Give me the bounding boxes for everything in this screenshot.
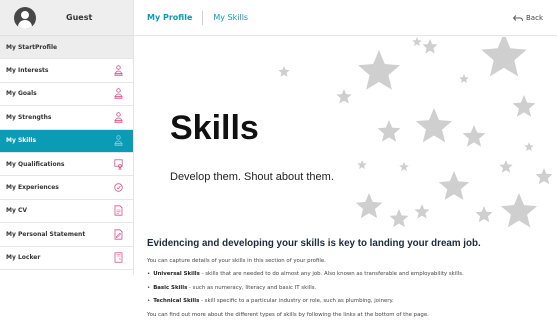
hero-subtitle: Develop them. Shout about them. — [170, 171, 334, 183]
back-label: Back — [526, 14, 543, 22]
sidebar-item-label: My Interests — [6, 67, 49, 75]
star-shape — [475, 206, 493, 223]
sidebar-item-my-startprofile[interactable]: My StartProfile — [0, 36, 133, 60]
bullet-term: Universal Skills — [153, 271, 200, 277]
sidebar-item-my-skills[interactable]: My Skills — [0, 129, 133, 153]
list-item: Universal Skills - skills that are neede… — [147, 271, 547, 277]
sidebar-item-label: My CV — [6, 207, 28, 215]
tab-my-profile[interactable]: My Profile — [134, 13, 202, 22]
intro-text: You can capture details of your skills i… — [147, 258, 326, 264]
star-shape — [524, 142, 534, 151]
person-icon — [114, 65, 123, 76]
tab-my-skills[interactable]: My Skills — [203, 13, 258, 22]
star-shape — [415, 108, 453, 143]
locker-icon — [114, 252, 123, 263]
back-arrow-icon — [513, 14, 523, 21]
star-shape — [512, 95, 536, 117]
sidebar-item-label: My Skills — [6, 137, 37, 145]
skills-list: Universal Skills - skills that are neede… — [147, 271, 547, 304]
bullet-text: - such as numeracy, literacy and basic I… — [187, 284, 317, 291]
sidebar-item-label: My Personal Statement — [6, 230, 86, 238]
user-bar[interactable]: Guest — [0, 0, 133, 36]
list-item: Technical Skills - skill specific to a p… — [147, 298, 547, 304]
person-icon — [114, 88, 123, 100]
star-shape — [462, 125, 486, 147]
document-edit-icon — [114, 229, 123, 240]
certificate-icon — [114, 159, 123, 170]
star-shape — [358, 50, 400, 90]
star-shape — [357, 160, 367, 169]
sidebar-item-my-locker[interactable]: My Locker — [0, 246, 133, 270]
bullet-term: Technical Skills — [153, 298, 200, 304]
person-icon — [114, 135, 123, 147]
sidebar-item-label: My Qualifications — [6, 160, 65, 168]
sidebar: Guest My StartProfile My Interests My Goal… — [0, 0, 134, 275]
list-item: Basic Skills - such as numeracy, literac… — [147, 285, 547, 291]
person-icon — [114, 112, 123, 123]
star-shape — [438, 171, 470, 200]
sidebar-item-label: My StartProfile — [6, 43, 58, 51]
outro-text: You can find out more about the differen… — [147, 311, 429, 318]
star-shape — [499, 160, 513, 173]
star-shape — [377, 120, 401, 142]
star-shape — [278, 66, 290, 77]
user-name: Guest — [66, 13, 93, 22]
star-shape — [414, 204, 430, 219]
check-circle-icon — [114, 182, 123, 193]
main-content: Evidencing and developing your skills is… — [147, 238, 547, 318]
star-shape — [412, 37, 422, 46]
hero-banner: Skills Develop them. Shout about them. — [134, 37, 557, 232]
sidebar-item-my-cv[interactable]: My CV — [0, 199, 133, 224]
section-headline: Evidencing and developing your skills is… — [147, 238, 481, 249]
sidebar-item-my-interests[interactable]: My Interests — [0, 59, 133, 83]
sidebar-item-my-experiences[interactable]: My Experiences — [0, 176, 133, 200]
star-shape — [459, 74, 469, 83]
bullet-term: Basic Skills — [153, 284, 188, 291]
star-shape — [336, 89, 352, 104]
back-button[interactable]: Back — [513, 14, 543, 22]
bullet-text: - skill specific to a particular industr… — [199, 298, 394, 304]
hero-title: Skills — [170, 109, 259, 147]
star-shape — [422, 39, 438, 54]
sidebar-item-my-qualifications[interactable]: My Qualifications — [0, 152, 133, 177]
sidebar-item-label: My Strengths — [6, 113, 52, 121]
avatar-icon — [14, 6, 36, 29]
star-shape — [500, 193, 538, 228]
star-shape — [481, 37, 527, 77]
document-icon — [114, 205, 123, 217]
top-bar: My Profile My Skills Back — [134, 0, 557, 36]
sidebar-item-label: My Experiences — [6, 184, 59, 192]
bullet-text: - skills that are needed to do almost an… — [199, 271, 464, 277]
star-shape — [355, 193, 383, 219]
sidebar-item-my-goals[interactable]: My Goals — [0, 82, 133, 107]
sidebar-nav: My StartProfile My Interests My Goals My St… — [0, 36, 133, 270]
star-shape — [389, 209, 409, 228]
sidebar-item-label: My Locker — [6, 254, 41, 262]
sidebar-item-my-strengths[interactable]: My Strengths — [0, 106, 133, 130]
star-shape — [399, 162, 409, 171]
star-shape — [535, 168, 553, 185]
sidebar-item-label: My Goals — [6, 90, 37, 98]
sidebar-item-my-personal-statement[interactable]: My Personal Statement — [0, 223, 133, 247]
